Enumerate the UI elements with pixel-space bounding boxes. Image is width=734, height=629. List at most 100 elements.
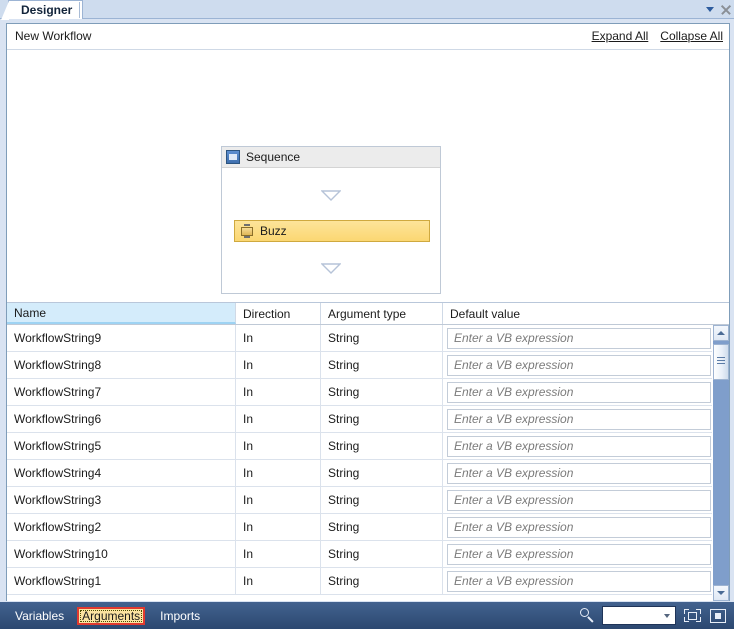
cell-direction[interactable]: In bbox=[236, 568, 321, 594]
designer-window: Designer New Workflow Expand All Collaps… bbox=[0, 0, 734, 629]
workflow-title: New Workflow bbox=[15, 29, 92, 43]
designer-panel: New Workflow Expand All Collapse All Seq… bbox=[6, 23, 730, 601]
bottom-bar: Variables Arguments Imports bbox=[0, 602, 734, 629]
cell-argument-type[interactable]: String bbox=[321, 541, 443, 567]
cell-argument-type[interactable]: String bbox=[321, 406, 443, 432]
table-row[interactable]: WorkflowString3 In String Enter a VB expres… bbox=[7, 487, 729, 514]
cell-direction[interactable]: In bbox=[236, 352, 321, 378]
cell-direction[interactable]: In bbox=[236, 379, 321, 405]
table-row[interactable]: WorkflowString10 In String Enter a VB expre… bbox=[7, 541, 729, 568]
cell-default-value: Enter a VB expression bbox=[443, 460, 716, 486]
expand-all-link[interactable]: Expand All bbox=[592, 29, 649, 43]
tab-designer[interactable]: Designer bbox=[0, 0, 84, 20]
column-header-argument-type[interactable]: Argument type bbox=[321, 303, 443, 324]
cell-direction[interactable]: In bbox=[236, 514, 321, 540]
cell-default-value: Enter a VB expression bbox=[443, 514, 716, 540]
cell-argument-type[interactable]: String bbox=[321, 352, 443, 378]
cell-argument-name[interactable]: WorkflowString10 bbox=[7, 541, 236, 567]
close-icon[interactable] bbox=[720, 4, 731, 15]
column-header-default-value[interactable]: Default value bbox=[443, 303, 716, 324]
default-value-input[interactable]: Enter a VB expression bbox=[447, 435, 711, 457]
default-value-input[interactable]: Enter a VB expression bbox=[447, 408, 711, 430]
collapse-all-link[interactable]: Collapse All bbox=[660, 29, 723, 43]
cell-default-value: Enter a VB expression bbox=[443, 352, 716, 378]
cell-argument-name[interactable]: WorkflowString4 bbox=[7, 460, 236, 486]
overview-icon[interactable] bbox=[709, 606, 728, 625]
grid-vertical-scrollbar[interactable] bbox=[712, 325, 729, 601]
default-value-input[interactable]: Enter a VB expression bbox=[447, 354, 711, 376]
sequence-body: Buzz bbox=[222, 168, 440, 293]
cell-argument-type[interactable]: String bbox=[321, 325, 443, 351]
cell-argument-name[interactable]: WorkflowString2 bbox=[7, 514, 236, 540]
column-header-name[interactable]: Name bbox=[7, 303, 236, 324]
bottom-tab-imports[interactable]: Imports bbox=[157, 607, 203, 625]
column-header-direction[interactable]: Direction bbox=[236, 303, 321, 324]
sequence-activity[interactable]: Sequence Buzz bbox=[221, 146, 441, 294]
cell-direction[interactable]: In bbox=[236, 406, 321, 432]
cell-argument-type[interactable]: String bbox=[321, 487, 443, 513]
table-row[interactable]: WorkflowString1 In String Enter a VB expres… bbox=[7, 568, 729, 595]
default-value-input[interactable]: Enter a VB expression bbox=[447, 516, 711, 538]
cell-argument-type[interactable]: String bbox=[321, 514, 443, 540]
cell-argument-name[interactable]: WorkflowString5 bbox=[7, 433, 236, 459]
tab-separator bbox=[79, 2, 80, 18]
scroll-up-icon[interactable] bbox=[713, 325, 729, 341]
table-row[interactable]: WorkflowString6 In String Enter a VB expres… bbox=[7, 406, 729, 433]
cell-argument-type[interactable]: String bbox=[321, 568, 443, 594]
cell-argument-name[interactable]: WorkflowString8 bbox=[7, 352, 236, 378]
arguments-grid: Name Direction Argument type Default val… bbox=[7, 303, 729, 601]
table-row[interactable]: WorkflowString8 In String Enter a VB expres… bbox=[7, 352, 729, 379]
cell-argument-name[interactable]: WorkflowString7 bbox=[7, 379, 236, 405]
default-value-input[interactable]: Enter a VB expression bbox=[447, 543, 711, 565]
cell-default-value: Enter a VB expression bbox=[443, 541, 716, 567]
tab-strip-buttons bbox=[706, 1, 731, 18]
workflow-canvas[interactable]: Sequence Buzz bbox=[7, 50, 729, 303]
cell-argument-name[interactable]: WorkflowString6 bbox=[7, 406, 236, 432]
chevron-down-icon[interactable] bbox=[706, 7, 714, 12]
grid-header-row: Name Direction Argument type Default val… bbox=[7, 303, 729, 325]
magnifier-icon[interactable] bbox=[580, 608, 595, 623]
activity-buzz[interactable]: Buzz bbox=[234, 220, 430, 242]
default-value-input[interactable]: Enter a VB expression bbox=[447, 462, 711, 484]
cell-default-value: Enter a VB expression bbox=[443, 406, 716, 432]
bottom-bar-tools bbox=[580, 602, 728, 629]
activity-icon bbox=[240, 224, 254, 238]
sequence-title: Sequence bbox=[246, 150, 301, 164]
default-value-input[interactable]: Enter a VB expression bbox=[447, 489, 711, 511]
activity-buzz-label: Buzz bbox=[260, 224, 287, 238]
default-value-input[interactable]: Enter a VB expression bbox=[447, 381, 711, 403]
fit-to-screen-icon[interactable] bbox=[683, 606, 702, 625]
cell-direction[interactable]: In bbox=[236, 433, 321, 459]
cell-argument-name[interactable]: WorkflowString1 bbox=[7, 568, 236, 594]
cell-argument-type[interactable]: String bbox=[321, 433, 443, 459]
table-row[interactable]: WorkflowString7 In String Enter a VB expres… bbox=[7, 379, 729, 406]
table-row[interactable]: WorkflowString2 In String Enter a VB expres… bbox=[7, 514, 729, 541]
cell-default-value: Enter a VB expression bbox=[443, 568, 716, 594]
scroll-down-icon[interactable] bbox=[713, 585, 729, 601]
default-value-input[interactable]: Enter a VB expression bbox=[447, 327, 711, 349]
cell-argument-name[interactable]: WorkflowString3 bbox=[7, 487, 236, 513]
scrollbar-thumb[interactable] bbox=[713, 344, 729, 380]
table-row[interactable]: WorkflowString5 In String Enter a VB expres… bbox=[7, 433, 729, 460]
cell-argument-type[interactable]: String bbox=[321, 379, 443, 405]
cell-direction[interactable]: In bbox=[236, 325, 321, 351]
sequence-icon bbox=[226, 150, 240, 164]
cell-direction[interactable]: In bbox=[236, 541, 321, 567]
zoom-level-combobox[interactable] bbox=[602, 606, 676, 625]
cell-direction[interactable]: In bbox=[236, 487, 321, 513]
chevron-down-icon bbox=[664, 614, 670, 618]
cell-default-value: Enter a VB expression bbox=[443, 325, 716, 351]
cell-default-value: Enter a VB expression bbox=[443, 487, 716, 513]
bottom-tab-arguments[interactable]: Arguments bbox=[77, 606, 146, 625]
cell-argument-name[interactable]: WorkflowString9 bbox=[7, 325, 236, 351]
cell-argument-type[interactable]: String bbox=[321, 460, 443, 486]
cell-default-value: Enter a VB expression bbox=[443, 433, 716, 459]
cell-direction[interactable]: In bbox=[236, 460, 321, 486]
bottom-tab-variables[interactable]: Variables bbox=[12, 607, 67, 625]
default-value-input[interactable]: Enter a VB expression bbox=[447, 570, 711, 592]
table-row[interactable]: WorkflowString4 In String Enter a VB expres… bbox=[7, 460, 729, 487]
sequence-header: Sequence bbox=[222, 147, 440, 168]
designer-header-links: Expand All Collapse All bbox=[592, 29, 723, 43]
table-row[interactable]: WorkflowString9 In String Enter a VB expres… bbox=[7, 325, 729, 352]
scrollbar-grip-icon bbox=[717, 357, 725, 366]
